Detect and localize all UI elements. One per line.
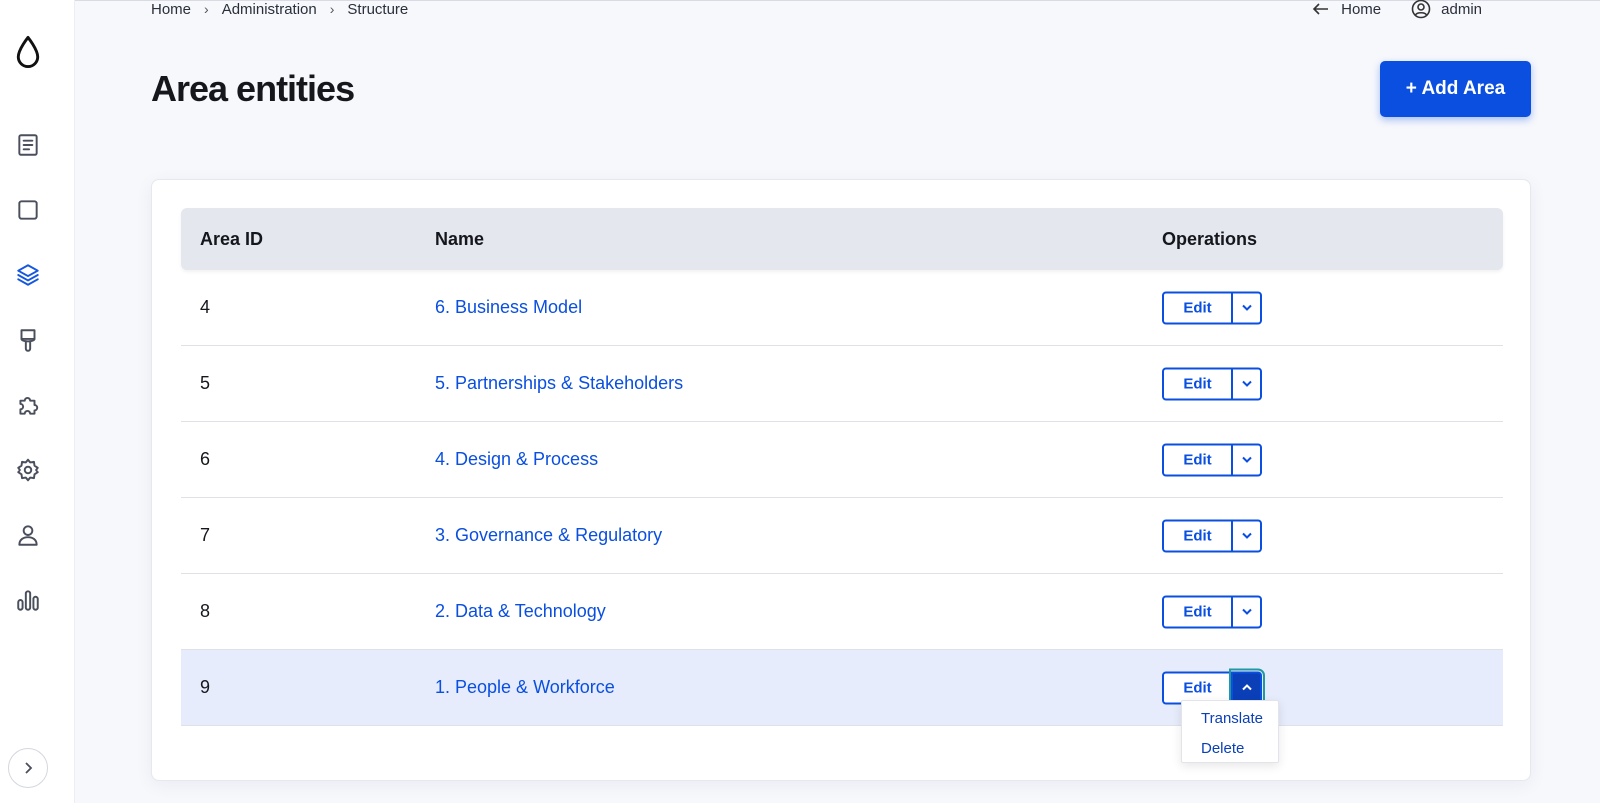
edit-button[interactable]: Edit xyxy=(1162,291,1232,324)
header-shadow xyxy=(151,127,1531,139)
edit-button[interactable]: Edit xyxy=(1162,519,1232,552)
operations-cell: Edit xyxy=(1162,498,1503,573)
area-id: 7 xyxy=(200,525,211,545)
area-name-link[interactable]: 4. Design & Process xyxy=(435,449,1162,470)
expand-sidebar-icon[interactable] xyxy=(8,748,48,788)
breadcrumb: Home › Administration › Structure xyxy=(151,0,408,18)
operations-split-button: Edit xyxy=(1162,595,1262,628)
delete-menu-item[interactable]: Delete xyxy=(1182,735,1278,765)
header-name: Name xyxy=(435,228,485,249)
chevron-down-icon[interactable] xyxy=(1232,443,1262,476)
area-name-link[interactable]: 6. Business Model xyxy=(435,297,1162,318)
area-name-link[interactable]: 5. Partnerships & Stakeholders xyxy=(435,373,1162,394)
edit-button[interactable]: Edit xyxy=(1162,367,1232,400)
page-title: Area entities xyxy=(151,68,355,109)
table-row-selected: 9 1. People & Workforce Edit xyxy=(181,650,1503,726)
breadcrumb-administration[interactable]: Administration xyxy=(222,1,317,18)
operations-cell: Edit xyxy=(1162,574,1503,649)
table-row: 6 4. Design & Process Edit xyxy=(181,422,1503,498)
chevron-down-icon[interactable] xyxy=(1232,595,1262,628)
table-row: 4 6. Business Model Edit xyxy=(181,270,1503,346)
extend-icon[interactable] xyxy=(0,383,56,427)
reports-icon[interactable] xyxy=(0,578,56,622)
operations-split-button: Edit xyxy=(1162,367,1262,400)
table-card: Area ID Name Operations 4 6. Business Mo… xyxy=(151,179,1531,781)
add-area-button[interactable]: + Add Area xyxy=(1380,61,1531,117)
area-id: 5 xyxy=(200,373,211,393)
operations-cell: Edit xyxy=(1162,270,1503,345)
area-table: Area ID Name Operations 4 6. Business Mo… xyxy=(181,208,1503,726)
home-link-label: Home xyxy=(1341,0,1382,18)
operations-split-button: Edit xyxy=(1162,443,1262,476)
table-row: 8 2. Data & Technology Edit xyxy=(181,574,1503,650)
area-id: 6 xyxy=(200,449,211,469)
operations-split-button: Edit xyxy=(1162,519,1262,552)
header-operations: Operations xyxy=(1162,228,1258,249)
arrow-left-icon xyxy=(1312,3,1329,15)
table-header: Area ID Name Operations xyxy=(181,208,1503,270)
header-area-id: Area ID xyxy=(200,228,264,249)
chevron-down-icon[interactable] xyxy=(1232,291,1262,324)
people-icon[interactable] xyxy=(0,513,56,557)
home-link[interactable]: Home xyxy=(1311,0,1381,19)
area-id: 9 xyxy=(200,677,211,697)
breadcrumb-structure[interactable]: Structure xyxy=(347,1,408,18)
chevron-down-icon[interactable] xyxy=(1232,519,1262,552)
edit-button[interactable]: Edit xyxy=(1162,595,1232,628)
chevron-right-icon: › xyxy=(329,1,335,17)
breadcrumb-home[interactable]: Home xyxy=(151,1,191,18)
table-row: 7 3. Governance & Regulatory Edit xyxy=(181,498,1503,574)
edit-button[interactable]: Edit xyxy=(1162,443,1232,476)
logo-drop-icon[interactable] xyxy=(0,30,56,74)
translate-menu-item[interactable]: Translate xyxy=(1182,705,1278,735)
area-id: 4 xyxy=(200,297,211,317)
area-name-link[interactable]: 1. People & Workforce xyxy=(435,677,1162,698)
operations-split-button: Edit xyxy=(1162,291,1262,324)
top-links: Home admin xyxy=(1281,0,1482,19)
operations-dropdown-menu: Translate Delete xyxy=(1181,700,1279,763)
chevron-right-icon: › xyxy=(204,1,209,17)
area-id: 8 xyxy=(200,601,211,621)
table-row: 5 5. Partnerships & Stakeholders Edit xyxy=(181,346,1503,422)
operations-cell: Edit xyxy=(1162,346,1503,421)
user-circle-icon xyxy=(1411,0,1431,19)
sidebar xyxy=(0,0,75,803)
structure-icon[interactable] xyxy=(0,253,56,297)
operations-cell: Edit xyxy=(1162,422,1503,497)
area-name-link[interactable]: 3. Governance & Regulatory xyxy=(435,525,1162,546)
user-menu[interactable]: admin xyxy=(1411,0,1482,19)
chevron-down-icon[interactable] xyxy=(1232,367,1262,400)
blocks-icon[interactable] xyxy=(0,188,56,232)
configuration-icon[interactable] xyxy=(0,448,56,492)
user-menu-label: admin xyxy=(1441,0,1482,18)
area-name-link[interactable]: 2. Data & Technology xyxy=(435,601,1162,622)
content-icon[interactable] xyxy=(0,123,56,167)
appearance-icon[interactable] xyxy=(0,318,56,362)
